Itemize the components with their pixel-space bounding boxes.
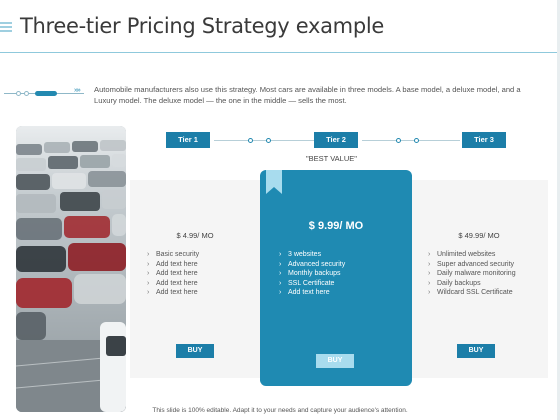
tier-header-row: Tier 1 Tier 2 Tier 3 [130, 132, 550, 148]
tier-1-features: Basic security Add text here Add text he… [147, 250, 199, 298]
page-title: Three-tier Pricing Strategy example [20, 14, 385, 38]
tier-2-buy-button[interactable]: BUY [316, 354, 354, 368]
list-item: 3 websites [279, 250, 345, 260]
footer-note: This slide is 100% editable. Adapt it to… [152, 407, 408, 414]
list-item: Advanced security [279, 260, 345, 270]
decoration-dot [24, 91, 29, 96]
connector-dot [266, 138, 271, 143]
decoration-pill [35, 91, 57, 96]
bookmark-ribbon-icon [266, 170, 282, 194]
tier-connector [362, 140, 460, 141]
tier-3-price: $ 49.99/ MO [458, 231, 500, 240]
tier-3-features: Unlimited websites Super advanced securi… [428, 250, 516, 298]
intro-paragraph: Automobile manufacturers also use this s… [94, 85, 521, 105]
title-accent-line [0, 26, 12, 28]
title-accent-line [0, 22, 12, 24]
intro-decoration: »» [4, 86, 84, 102]
list-item: Add text here [147, 279, 199, 289]
list-item: Add text here [147, 260, 199, 270]
tier-1-buy-button[interactable]: BUY [176, 344, 214, 358]
double-chevron-right-icon: »» [74, 87, 81, 94]
list-item: Daily malware monitoring [428, 269, 516, 279]
title-bar: Three-tier Pricing Strategy example [0, 0, 560, 60]
list-item: Super advanced security [428, 260, 516, 270]
list-item: SSL Certificate [279, 279, 345, 289]
decoration-dot [16, 91, 21, 96]
best-value-label: "BEST VALUE" [306, 154, 357, 163]
list-item: Add text here [279, 288, 345, 298]
tier-2-features: 3 websites Advanced security Monthly bac… [279, 250, 345, 298]
list-item: Unlimited websites [428, 250, 516, 260]
parking-lot-cars-image [16, 126, 126, 412]
connector-dot [414, 138, 419, 143]
title-divider [0, 52, 560, 53]
title-accent-line [0, 30, 12, 32]
connector-dot [248, 138, 253, 143]
list-item: Wildcard SSL Certificate [428, 288, 516, 298]
list-item: Add text here [147, 269, 199, 279]
list-item: Monthly backups [279, 269, 345, 279]
tier-1-label: Tier 1 [166, 132, 210, 148]
tier-3-label: Tier 3 [462, 132, 506, 148]
list-item: Basic security [147, 250, 199, 260]
tier-2-price: $ 9.99/ MO [308, 220, 364, 232]
tier-2-label: Tier 2 [314, 132, 358, 148]
tier-3-buy-button[interactable]: BUY [457, 344, 495, 358]
tier-1-price: $ 4.99/ MO [176, 231, 214, 240]
list-item: Add text here [147, 288, 199, 298]
connector-dot [396, 138, 401, 143]
tier-connector [214, 140, 314, 141]
list-item: Daily backups [428, 279, 516, 289]
